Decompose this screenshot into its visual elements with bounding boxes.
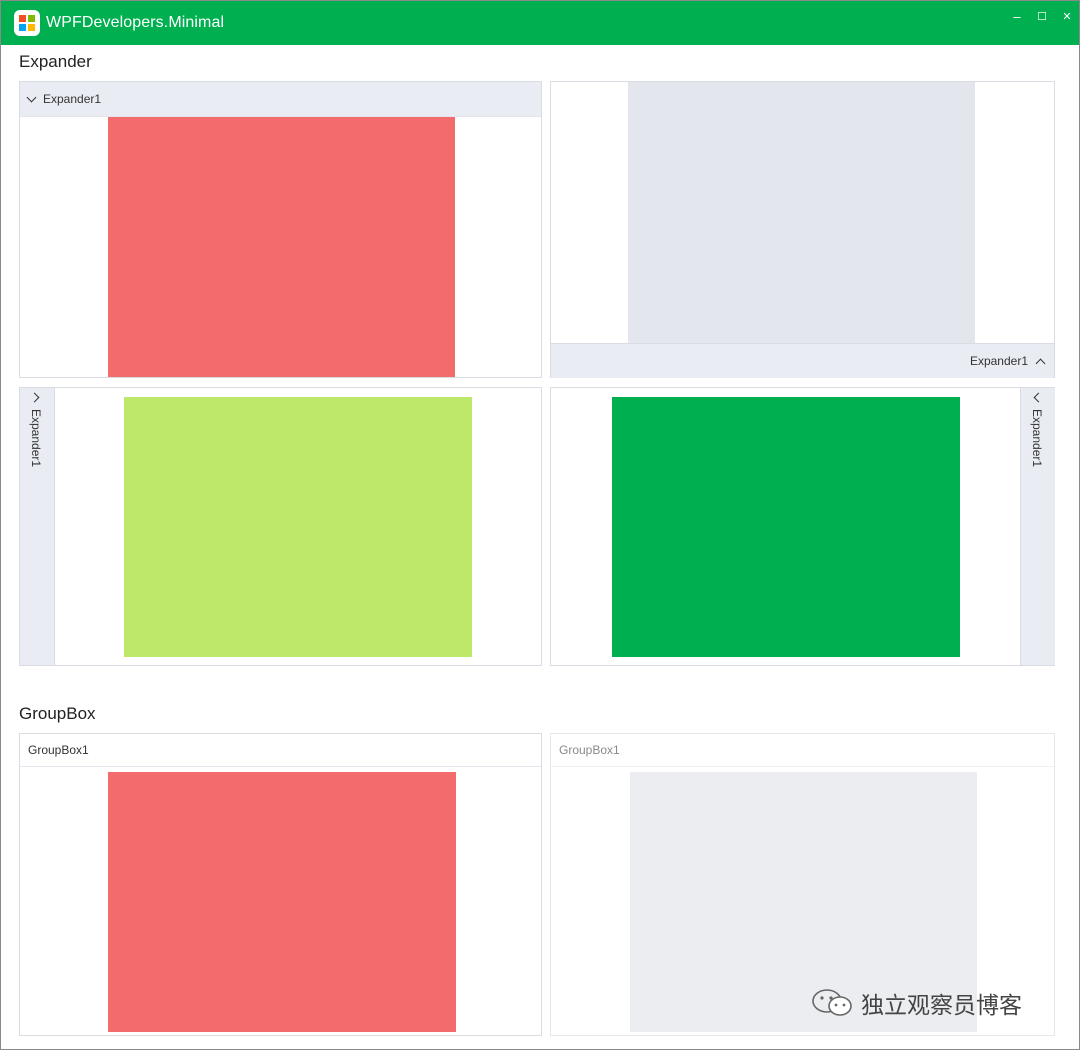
groupbox-enabled-content	[108, 772, 456, 1032]
close-icon: ✕	[1062, 10, 1072, 23]
expander-left-content	[612, 397, 960, 657]
expander-right-label: Expander1	[29, 409, 43, 468]
minimize-icon: –	[1013, 8, 1021, 24]
expander-down: Expander1	[19, 81, 542, 378]
wechat-icon	[812, 989, 852, 1016]
title-bar[interactable]: WPFDevelopers.Minimal – ☐ ✕	[1, 1, 1079, 45]
expander-left: Expander1	[550, 387, 1055, 666]
watermark: 独立观察员博客	[811, 986, 1022, 1020]
chevron-right-icon	[29, 392, 40, 403]
groupbox-disabled-header: GroupBox1	[551, 734, 1054, 767]
expander-left-label: Expander1	[1030, 409, 1044, 468]
expander-up-header[interactable]: Expander1	[551, 343, 1054, 378]
expander-right-content	[124, 397, 472, 657]
expander-up-content	[628, 82, 975, 343]
expander-down-label: Expander1	[43, 92, 102, 106]
chevron-down-icon	[26, 92, 37, 102]
chevron-up-icon	[1035, 358, 1046, 368]
app-logo-icon	[14, 10, 40, 36]
section-title-expander: Expander	[19, 52, 92, 71]
groupbox-enabled-header: GroupBox1	[20, 734, 541, 767]
groupbox-enabled: GroupBox1	[19, 733, 542, 1036]
expander-down-header[interactable]: Expander1	[20, 82, 541, 117]
watermark-text: 独立观察员博客	[861, 992, 1022, 1018]
expander-right: Expander1	[19, 387, 542, 666]
section-title-groupbox: GroupBox	[19, 704, 96, 723]
close-button[interactable]: ✕	[1054, 1, 1079, 31]
expander-up-label: Expander1	[969, 354, 1028, 368]
expander-right-header[interactable]: Expander1	[20, 388, 55, 665]
expander-up: Expander1	[550, 81, 1055, 378]
groupbox-enabled-label: GroupBox1	[28, 743, 89, 757]
groupbox-disabled-label: GroupBox1	[559, 743, 620, 757]
maximize-button[interactable]: ☐	[1029, 1, 1055, 31]
window-title: WPFDevelopers.Minimal	[46, 14, 225, 31]
app-window: WPFDevelopers.Minimal – ☐ ✕ Expander Exp…	[0, 0, 1080, 1050]
minimize-button[interactable]: –	[1004, 1, 1030, 31]
maximize-icon: ☐	[1037, 10, 1047, 23]
chevron-left-icon	[1033, 392, 1044, 403]
expander-left-header[interactable]: Expander1	[1020, 388, 1055, 665]
expander-down-content	[108, 117, 455, 377]
